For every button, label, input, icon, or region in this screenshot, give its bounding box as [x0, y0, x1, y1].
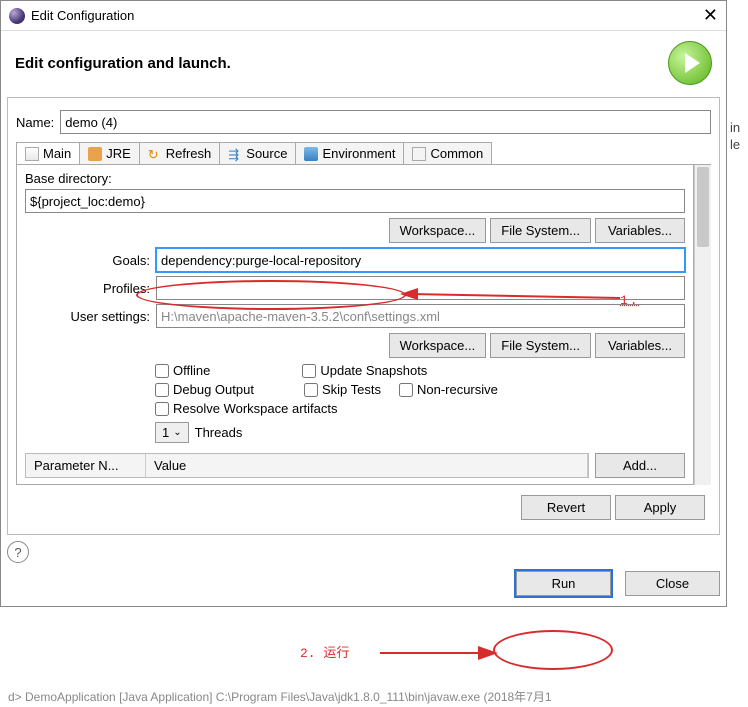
threads-spinner[interactable]: 1⌄ [155, 422, 189, 443]
dialog-header: Edit configuration and launch. [1, 31, 726, 91]
heading: Edit configuration and launch. [15, 55, 668, 72]
source-tab-icon: ⇶ [228, 147, 242, 161]
debug-output-checkbox[interactable]: Debug Output [155, 382, 254, 397]
user-settings-label: User settings: [25, 309, 150, 324]
non-recursive-checkbox[interactable]: Non-recursive [399, 382, 498, 397]
base-dir-label: Base directory: [25, 171, 685, 186]
annotation-arrow-2 [380, 640, 500, 666]
run-button[interactable]: Run [516, 571, 611, 596]
params-table: Parameter N... Value [25, 453, 589, 478]
eclipse-icon [9, 8, 25, 24]
help-icon[interactable]: ? [7, 541, 29, 563]
add-button[interactable]: Add... [595, 453, 685, 478]
tab-main[interactable]: Main [16, 142, 80, 164]
tab-refresh[interactable]: ↻Refresh [139, 142, 221, 164]
filesystem-button-2[interactable]: File System... [490, 333, 591, 358]
skip-tests-checkbox[interactable]: Skip Tests [304, 382, 381, 397]
titlebar: Edit Configuration ✕ [1, 1, 726, 31]
param-name-col[interactable]: Parameter N... [26, 454, 146, 477]
main-tab-icon [25, 147, 39, 161]
offline-checkbox[interactable]: Offline [155, 363, 210, 378]
tab-jre[interactable]: JRE [79, 142, 140, 164]
user-settings-input[interactable] [156, 304, 685, 328]
resolve-ws-checkbox[interactable]: Resolve Workspace artifacts [155, 401, 338, 416]
window-title: Edit Configuration [31, 8, 703, 23]
environment-tab-icon [304, 147, 318, 161]
tab-source[interactable]: ⇶Source [219, 142, 296, 164]
workspace-button-1[interactable]: Workspace... [389, 218, 487, 243]
profiles-input[interactable] [156, 276, 685, 300]
name-label: Name: [16, 115, 54, 130]
background-text: inle [730, 120, 740, 154]
close-button[interactable]: Close [625, 571, 720, 596]
name-input[interactable] [60, 110, 711, 134]
base-dir-input[interactable] [25, 189, 685, 213]
annotation-ellipse-2 [493, 630, 613, 670]
refresh-tab-icon: ↻ [148, 147, 162, 161]
chevron-down-icon: ⌄ [173, 427, 181, 438]
tab-common[interactable]: Common [403, 142, 492, 164]
annotation-label-2: 2. 运行 [300, 642, 349, 661]
content-area: Name: Main JRE ↻Refresh ⇶Source Environm… [7, 97, 720, 535]
run-large-icon [668, 41, 712, 85]
variables-button-2[interactable]: Variables... [595, 333, 685, 358]
update-snapshots-checkbox[interactable]: Update Snapshots [302, 363, 427, 378]
apply-button[interactable]: Apply [615, 495, 705, 520]
bottom-status-text: d> DemoApplication [Java Application] C:… [0, 686, 748, 707]
main-panel: Base directory: Workspace... File System… [16, 165, 694, 485]
filesystem-button-1[interactable]: File System... [490, 218, 591, 243]
dialog-window: Edit Configuration ✕ Edit configuration … [0, 0, 727, 607]
value-col[interactable]: Value [146, 454, 588, 477]
common-tab-icon [412, 147, 426, 161]
panel-scrollbar[interactable] [694, 165, 711, 485]
threads-label: Threads [195, 425, 243, 440]
goals-input[interactable] [156, 248, 685, 272]
goals-label: Goals: [25, 253, 150, 268]
tabs: Main JRE ↻Refresh ⇶Source Environment Co… [16, 142, 711, 165]
revert-button[interactable]: Revert [521, 495, 611, 520]
profiles-label: Profiles: [25, 281, 150, 296]
close-icon[interactable]: ✕ [703, 5, 718, 26]
workspace-button-2[interactable]: Workspace... [389, 333, 487, 358]
tab-environment[interactable]: Environment [295, 142, 404, 164]
variables-button-1[interactable]: Variables... [595, 218, 685, 243]
jre-tab-icon [88, 147, 102, 161]
